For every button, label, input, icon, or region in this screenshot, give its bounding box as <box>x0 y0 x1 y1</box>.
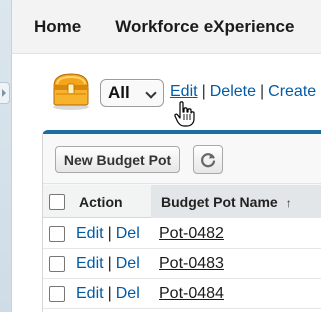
nav-tab-home[interactable]: Home <box>34 17 81 37</box>
table-row: Edit | Del Pot-0482 <box>43 219 321 249</box>
delete-view-link[interactable]: Delete <box>210 83 256 100</box>
select-all-checkbox[interactable] <box>49 194 65 210</box>
link-separator: | <box>259 83 265 100</box>
link-separator: | <box>107 225 112 242</box>
treasure-chest-icon <box>53 73 89 110</box>
row-delete-link[interactable]: Del <box>116 255 140 272</box>
row-delete-link[interactable]: Del <box>116 225 140 242</box>
list-view-bar: All Edit | Delete | Create <box>12 55 321 127</box>
row-checkbox[interactable] <box>49 256 65 272</box>
top-navigation: Home Workforce eXperience <box>12 0 321 54</box>
view-action-links: Edit | Delete | Create <box>170 83 316 101</box>
row-actions: Edit | Del <box>76 225 140 243</box>
row-checkbox[interactable] <box>49 286 65 302</box>
row-actions: Edit | Del <box>76 285 140 303</box>
row-edit-link[interactable]: Edit <box>76 255 104 272</box>
link-separator: | <box>107 285 112 302</box>
link-separator: | <box>107 255 112 272</box>
link-separator: | <box>201 83 206 100</box>
new-budget-pot-button[interactable]: New Budget Pot <box>55 146 180 173</box>
create-view-link[interactable]: Create <box>268 83 316 100</box>
budget-pot-name-link[interactable]: Pot-0483 <box>159 255 224 273</box>
view-filter-value: All <box>108 83 130 102</box>
budget-pots-table: Action Budget Pot Name ↑ Edit | Del Pot-048… <box>43 185 321 312</box>
row-edit-link[interactable]: Edit <box>76 225 104 242</box>
row-checkbox[interactable] <box>49 226 65 242</box>
nav-tab-workforce-experience[interactable]: Workforce eXperience <box>115 17 294 37</box>
app-window: Home Workforce eXperience All Edit | Delet… <box>0 0 321 312</box>
row-delete-link[interactable]: Del <box>116 285 140 302</box>
sidebar-collapse-gutter <box>0 0 12 312</box>
hand-pointer-icon <box>174 101 195 127</box>
budget-pot-name-link[interactable]: Pot-0484 <box>159 285 224 303</box>
column-header-action: Action <box>79 194 123 210</box>
sort-ascending-icon: ↑ <box>285 196 292 210</box>
chevron-down-icon <box>145 87 157 99</box>
budget-pot-name-link[interactable]: Pot-0482 <box>159 225 224 243</box>
column-header-label: Budget Pot Name <box>161 194 278 210</box>
edit-view-link[interactable]: Edit <box>170 83 198 100</box>
row-actions: Edit | Del <box>76 255 140 273</box>
sidebar-expand-handle[interactable] <box>0 82 10 104</box>
table-row: Edit | Del Pot-0483 <box>43 249 321 279</box>
row-edit-link[interactable]: Edit <box>76 285 104 302</box>
column-header-budget-pot-name[interactable]: Budget Pot Name ↑ <box>151 185 321 218</box>
table-row: Edit | Del Pot-0484 <box>43 279 321 309</box>
refresh-button[interactable] <box>193 145 223 174</box>
list-toolbar: New Budget Pot <box>43 134 321 184</box>
table-header: Action Budget Pot Name ↑ <box>43 185 321 218</box>
view-filter-select[interactable]: All <box>100 79 164 107</box>
budget-pots-list-panel: New Budget Pot Action Budget Pot Name ↑ E… <box>42 130 321 312</box>
refresh-icon <box>201 152 216 167</box>
